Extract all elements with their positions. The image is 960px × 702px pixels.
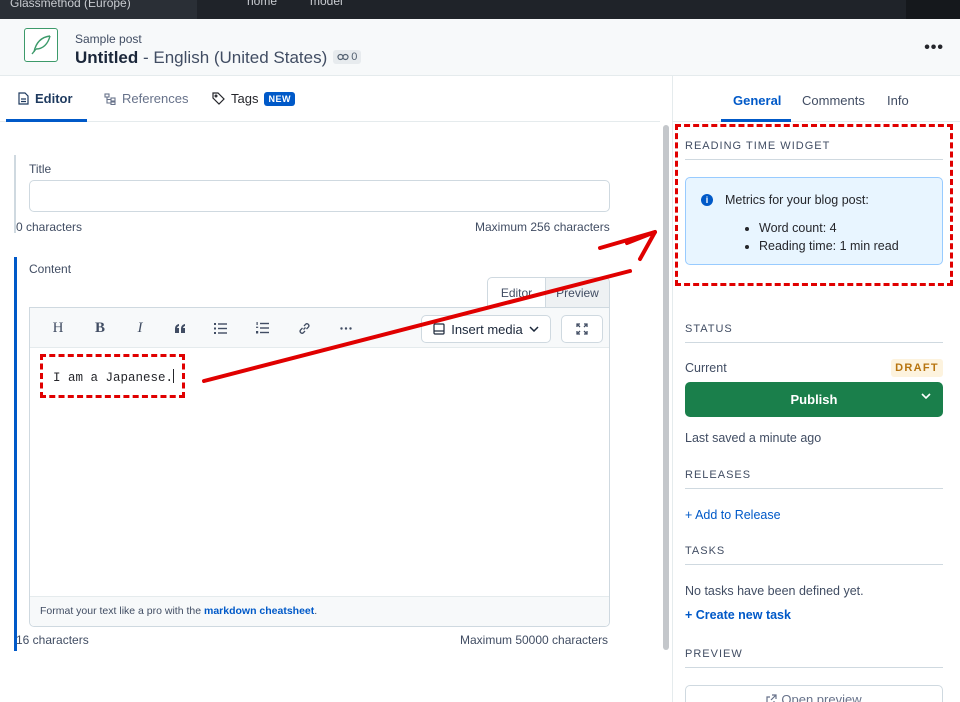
quill-icon: [24, 28, 58, 62]
publish-label: Publish: [790, 392, 838, 407]
markdown-cheatsheet-link[interactable]: markdown cheatsheet: [204, 605, 314, 617]
status-current-label: Current: [685, 361, 727, 375]
new-badge: NEW: [264, 91, 295, 106]
nav-crumb-model[interactable]: model: [310, 0, 343, 8]
panel-divider: [672, 76, 673, 702]
editor-tabs: Editor References Tags NEW: [0, 76, 660, 122]
markdown-toolbar: H B I Insert media: [30, 308, 609, 348]
nav-crumb-home[interactable]: home: [247, 0, 277, 8]
status-badge: DRAFT: [891, 359, 943, 377]
active-sidebar-tab-indicator: [721, 119, 791, 122]
tab-info[interactable]: Info: [887, 93, 909, 108]
top-navigation-bar: Glassmethod (Europe) home model: [0, 0, 960, 19]
sidebar-tabs: General Comments Info: [673, 76, 960, 122]
publish-button[interactable]: Publish: [685, 382, 943, 417]
bullet-list-icon: [213, 322, 227, 334]
entry-header: Sample post Untitled - English (United S…: [0, 19, 960, 76]
bullet-list-button[interactable]: [208, 308, 232, 348]
title-input[interactable]: [29, 180, 610, 212]
entry-locale: - English (United States): [138, 48, 328, 67]
image-icon: [433, 323, 445, 335]
open-preview-button[interactable]: Open preview: [685, 685, 943, 702]
link-icon: [298, 322, 311, 335]
tag-icon: [212, 92, 225, 105]
content-type-name: Sample post: [75, 32, 142, 46]
tab-tags[interactable]: Tags NEW: [212, 91, 295, 106]
editor-scrollbar[interactable]: [663, 125, 669, 650]
title-char-count: 0 characters: [16, 220, 83, 234]
document-icon: [18, 92, 29, 105]
mode-tab-preview[interactable]: Preview: [545, 277, 610, 308]
preview-section-title: PREVIEW: [685, 648, 943, 668]
heading-button[interactable]: H: [46, 308, 70, 348]
annotation-arrowhead: [625, 230, 657, 261]
entry-title: Untitled - English (United States) 0: [75, 48, 362, 68]
link-button[interactable]: [292, 308, 316, 348]
tab-tags-label: Tags: [231, 91, 259, 106]
content-field-label: Content: [29, 262, 72, 276]
active-tab-indicator: [6, 119, 87, 122]
bold-button[interactable]: B: [88, 308, 112, 348]
annotation-box-content-text: [40, 354, 185, 398]
title-char-max: Maximum 256 characters: [475, 220, 610, 234]
fullscreen-button[interactable]: [561, 315, 603, 343]
tasks-section-title: TASKS: [685, 545, 943, 565]
tab-comments[interactable]: Comments: [802, 93, 865, 108]
tasks-empty-text: No tasks have been defined yet.: [685, 584, 864, 598]
numbered-list-button[interactable]: [250, 308, 274, 348]
tab-general[interactable]: General: [733, 93, 781, 108]
mode-tab-editor[interactable]: Editor: [487, 277, 546, 308]
title-field-label: Title: [29, 162, 52, 176]
more-icon: [340, 326, 352, 330]
status-section-title: STATUS: [685, 323, 943, 343]
quote-icon: [174, 323, 186, 333]
tab-editor-label: Editor: [35, 91, 73, 106]
annotation-arrow-tip: [598, 230, 657, 250]
add-to-release-link[interactable]: + Add to Release: [685, 508, 781, 522]
tab-references-label: References: [122, 91, 189, 106]
last-saved-text: Last saved a minute ago: [685, 431, 822, 445]
space-switcher[interactable]: Glassmethod (Europe): [0, 0, 197, 19]
space-name: Glassmethod (Europe): [10, 0, 131, 10]
references-count: 0: [351, 51, 358, 63]
quote-button[interactable]: [168, 308, 192, 348]
markdown-footer-text: Format your text like a pro with the: [40, 605, 204, 617]
releases-section-title: RELEASES: [685, 469, 943, 489]
open-preview-label: Open preview: [781, 692, 862, 702]
insert-media-label: Insert media: [451, 321, 523, 337]
chevron-down-icon[interactable]: [921, 393, 931, 399]
references-badge[interactable]: 0: [333, 50, 362, 64]
content-char-max: Maximum 50000 characters: [460, 633, 609, 647]
more-actions-button[interactable]: •••: [924, 39, 944, 57]
markdown-footer: Format your text like a pro with the mar…: [30, 596, 609, 626]
references-icon: [104, 92, 116, 105]
entry-title-text: Untitled: [75, 48, 139, 67]
create-task-link[interactable]: + Create new task: [685, 608, 791, 622]
tab-references[interactable]: References: [104, 91, 188, 106]
tab-editor[interactable]: Editor: [18, 91, 73, 106]
insert-media-button[interactable]: Insert media: [421, 315, 551, 343]
expand-icon: [576, 323, 588, 335]
content-field-indicator: [14, 257, 17, 651]
italic-button[interactable]: I: [128, 308, 152, 348]
external-link-icon: [766, 694, 777, 702]
more-formatting-button[interactable]: [334, 308, 358, 348]
annotation-box-reading-widget: [675, 124, 953, 286]
content-char-count: 16 characters: [16, 633, 89, 647]
numbered-list-icon: [255, 322, 269, 334]
link-icon: [337, 53, 349, 61]
chevron-down-icon: [529, 326, 539, 332]
account-menu[interactable]: [906, 0, 960, 19]
markdown-footer-suffix: .: [314, 605, 318, 617]
